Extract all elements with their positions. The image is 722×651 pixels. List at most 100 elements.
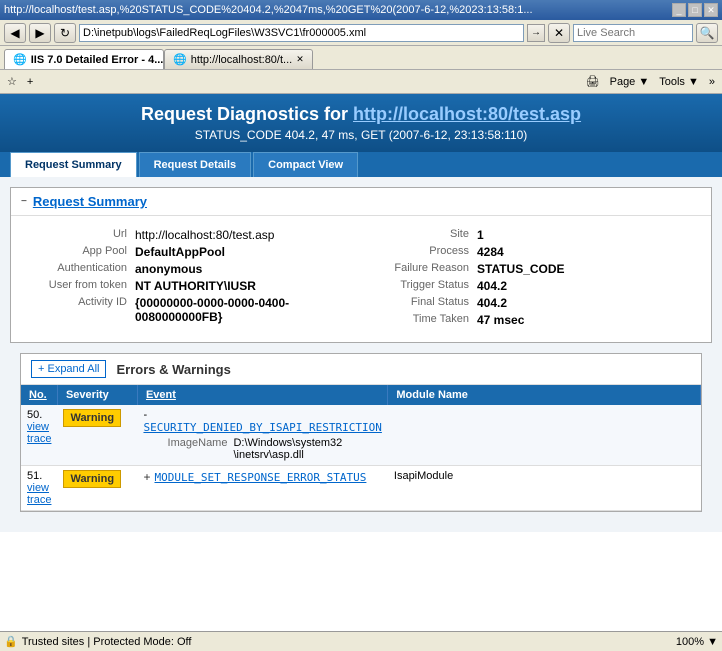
row-50-event-link[interactable]: SECURITY_DENIED_BY_ISAPI_RESTRICTION [143, 421, 381, 434]
tab-iis-label: IIS 7.0 Detailed Error - 4... [31, 54, 164, 66]
url-value: http://localhost:80/test.asp [135, 228, 274, 242]
final-value: 404.2 [477, 296, 507, 310]
row-50-imagename-row: ImageName D:\Windows\system32\inetsrv\as… [143, 437, 381, 461]
apppool-row: App Pool DefaultAppPool [25, 245, 355, 259]
tab-iis-icon: 🌐 [13, 53, 27, 66]
row-51-severity: Warning [57, 466, 137, 511]
url-row: Url http://localhost:80/test.asp [25, 228, 355, 242]
maximize-button[interactable]: □ [688, 3, 702, 17]
activity-row: Activity ID {00000000-0000-0000-0400-008… [25, 296, 355, 324]
tab-localhost-label: http://localhost:80/t... [191, 54, 293, 66]
col-header-module: Module Name [388, 385, 701, 405]
status-right: 100% ▼ [676, 636, 718, 648]
failure-row: Failure Reason STATUS_CODE [367, 262, 697, 276]
tabs-nav: Request Summary Request Details Compact … [0, 152, 722, 177]
collapse-icon[interactable]: − [21, 196, 27, 207]
trigger-label: Trigger Status [367, 279, 477, 293]
col-header-severity: Severity [57, 385, 137, 405]
row-51-event: +MODULE_SET_RESPONSE_ERROR_STATUS [137, 466, 387, 511]
add-favorites-button[interactable]: + [24, 75, 36, 89]
row-50-severity: Warning [57, 405, 137, 466]
apppool-value: DefaultAppPool [135, 245, 225, 259]
status-icon: 🔒 [4, 635, 18, 648]
auth-value: anonymous [135, 262, 202, 276]
go-button[interactable]: → [527, 24, 545, 42]
row-51-module: IsapiModule [388, 466, 701, 511]
page-header-title: Request Diagnostics for http://localhost… [10, 104, 712, 125]
minimize-button[interactable]: _ [672, 3, 686, 17]
header-prefix: Request Diagnostics for [141, 104, 353, 124]
user-label: User from token [25, 279, 135, 293]
tab-localhost-close[interactable]: ✕ [296, 54, 304, 65]
tab-request-summary[interactable]: Request Summary [10, 152, 137, 177]
row-51-view-trace[interactable]: view trace [27, 482, 51, 506]
url-label: Url [25, 228, 135, 242]
failure-label: Failure Reason [367, 262, 477, 276]
col-header-no[interactable]: No. [21, 385, 57, 405]
toolbar-left: ☆ + [4, 74, 36, 89]
browser-tabs-bar: 🌐 IIS 7.0 Detailed Error - 4... ✕ 🌐 http… [0, 46, 722, 70]
tab-iis-error[interactable]: 🌐 IIS 7.0 Detailed Error - 4... ✕ [4, 49, 164, 69]
final-row: Final Status 404.2 [367, 296, 697, 310]
request-summary-link[interactable]: Request Summary [33, 194, 147, 209]
forward-button[interactable]: ▶ [29, 23, 51, 43]
address-bar[interactable] [79, 24, 524, 42]
process-row: Process 4284 [367, 245, 697, 259]
user-row: User from token NT AUTHORITY\IUSR [25, 279, 355, 293]
errors-title: Errors & Warnings [116, 362, 230, 377]
browser-toolbar: ☆ + 🖨 Page ▼ Tools ▼ » [0, 70, 722, 94]
main-content: − Request Summary Url http://localhost:8… [0, 177, 722, 532]
print-button[interactable]: 🖨 [583, 74, 603, 89]
search-button[interactable]: 🔍 [696, 23, 718, 43]
failure-value: STATUS_CODE [477, 262, 565, 276]
row-51-event-link[interactable]: MODULE_SET_RESPONSE_ERROR_STATUS [154, 471, 366, 484]
zoom-button[interactable]: 100% ▼ [676, 636, 718, 648]
auth-row: Authentication anonymous [25, 262, 355, 276]
close-button[interactable]: ✕ [704, 3, 718, 17]
request-summary-section: − Request Summary Url http://localhost:8… [10, 187, 712, 343]
status-bar: 🔒 Trusted sites | Protected Mode: Off 10… [0, 631, 722, 651]
row-50-imagename-value: D:\Windows\system32\inetsrv\asp.dll [233, 437, 342, 461]
errors-table: No. Severity Event Module Name 50. view … [21, 385, 701, 511]
apppool-label: App Pool [25, 245, 135, 259]
status-text: Trusted sites | Protected Mode: Off [22, 636, 192, 648]
final-label: Final Status [367, 296, 477, 310]
row-51-warning-badge: Warning [63, 470, 121, 488]
header-url-link[interactable]: http://localhost:80/test.asp [353, 104, 581, 124]
row-50-event: - SECURITY_DENIED_BY_ISAPI_RESTRICTION I… [137, 405, 387, 466]
page-header-subtitle: STATUS_CODE 404.2, 47 ms, GET (2007-6-12… [10, 128, 712, 142]
browser-nav-bar: ◀ ▶ ↻ → ✕ 🔍 [0, 20, 722, 46]
errors-table-body: 50. view trace Warning - SECURITY_DENIED… [21, 405, 701, 511]
col-header-event[interactable]: Event [137, 385, 387, 405]
search-input[interactable] [573, 24, 693, 42]
process-label: Process [367, 245, 477, 259]
safety-button[interactable]: » [706, 75, 718, 89]
back-button[interactable]: ◀ [4, 23, 26, 43]
tab-request-details[interactable]: Request Details [139, 152, 252, 177]
expand-all-button[interactable]: + Expand All [31, 360, 106, 378]
tools-button[interactable]: Tools ▼ [656, 75, 702, 89]
stop-button[interactable]: ✕ [548, 23, 570, 43]
title-controls: _ □ ✕ [672, 3, 718, 17]
favorites-button[interactable]: ☆ [4, 74, 20, 89]
process-value: 4284 [477, 245, 504, 259]
tab-localhost-icon: 🌐 [173, 53, 187, 66]
page-header: Request Diagnostics for http://localhost… [0, 94, 722, 152]
refresh-button[interactable]: ↻ [54, 23, 76, 43]
page-button[interactable]: Page ▼ [607, 75, 653, 89]
row-50-no-text: 50. [27, 409, 51, 421]
summary-grid: Url http://localhost:80/test.asp App Poo… [11, 216, 711, 342]
table-row: 50. view trace Warning - SECURITY_DENIED… [21, 405, 701, 466]
tab-localhost[interactable]: 🌐 http://localhost:80/t... ✕ [164, 49, 313, 69]
summary-right-col: Site 1 Process 4284 Failure Reason STATU… [361, 224, 703, 334]
auth-label: Authentication [25, 262, 135, 276]
tab-compact-view[interactable]: Compact View [253, 152, 358, 177]
browser-title-bar: http://localhost/test.asp,%20STATUS_CODE… [0, 0, 722, 20]
timetaken-row: Time Taken 47 msec [367, 313, 697, 327]
row-51-no: 51. view trace [21, 466, 57, 511]
content-area: Request Diagnostics for http://localhost… [0, 94, 722, 631]
summary-left-col: Url http://localhost:80/test.asp App Poo… [19, 224, 361, 334]
site-row: Site 1 [367, 228, 697, 242]
user-value: NT AUTHORITY\IUSR [135, 279, 256, 293]
row-50-view-trace[interactable]: view trace [27, 421, 51, 445]
